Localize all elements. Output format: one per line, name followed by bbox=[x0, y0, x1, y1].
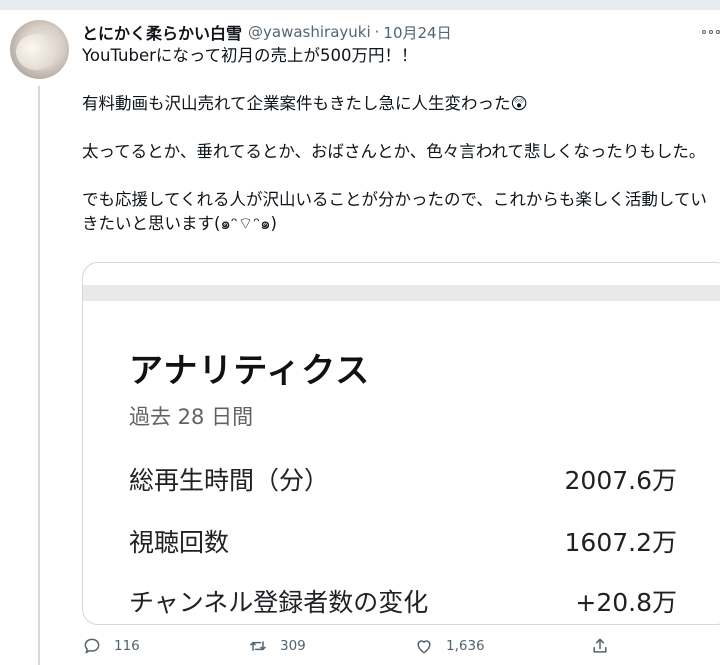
tweet-media-card[interactable]: アナリティクス 過去 28 日間 総再生時間（分） 2007.6万 視聴回数 1… bbox=[82, 262, 720, 625]
metric-value: 2007.6万 bbox=[564, 466, 677, 495]
tweet-date[interactable]: 10月24日 bbox=[383, 22, 451, 43]
metric-label: チャンネル登録者数の変化 bbox=[129, 588, 429, 617]
share-button[interactable] bbox=[590, 630, 610, 662]
like-icon bbox=[417, 640, 431, 654]
metric-value: 1607.2万 bbox=[564, 528, 677, 557]
tweet-text: YouTuberになって初月の売上が500万円！！ 有料動画も沢山売れて企業案件… bbox=[82, 46, 707, 233]
analytics-title: アナリティクス bbox=[129, 351, 371, 391]
metric-row: 総再生時間（分） 2007.6万 bbox=[129, 461, 677, 497]
separator-dot: · bbox=[374, 23, 380, 41]
tweet-actions: 116 309 1,636 bbox=[82, 630, 622, 662]
analytics-screenshot: アナリティクス 過去 28 日間 総再生時間（分） 2007.6万 視聴回数 1… bbox=[83, 263, 720, 624]
more-options-icon[interactable] bbox=[698, 22, 720, 42]
user-handle[interactable]: @yawashirayuki bbox=[248, 23, 371, 41]
timeline-top-strip bbox=[0, 0, 720, 10]
analytics-period: 過去 28 日間 bbox=[129, 405, 254, 429]
metric-label: 総再生時間（分） bbox=[129, 466, 330, 495]
thread-line bbox=[38, 86, 40, 665]
reply-icon bbox=[84, 638, 100, 654]
display-name[interactable]: とにかく柔らかい白雪 bbox=[82, 20, 242, 44]
avatar-image bbox=[16, 34, 56, 70]
like-count: 1,636 bbox=[446, 638, 485, 654]
media-top-band bbox=[83, 285, 720, 301]
metric-row: チャンネル登録者数の変化 +20.8万 bbox=[129, 583, 677, 619]
metric-value: +20.8万 bbox=[575, 588, 677, 617]
reply-count: 116 bbox=[114, 638, 140, 654]
metric-label: 視聴回数 bbox=[129, 528, 230, 557]
avatar[interactable] bbox=[10, 20, 69, 79]
retweet-count: 309 bbox=[280, 638, 306, 654]
like-button[interactable]: 1,636 bbox=[414, 630, 485, 662]
retweet-button[interactable]: 309 bbox=[248, 630, 306, 662]
share-icon bbox=[593, 638, 607, 653]
tweet-header: とにかく柔らかい白雪 @yawashirayuki · 10月24日 bbox=[82, 20, 452, 44]
metric-row: 視聴回数 1607.2万 bbox=[129, 523, 677, 559]
retweet-icon bbox=[250, 641, 266, 651]
reply-button[interactable]: 116 bbox=[82, 630, 140, 662]
